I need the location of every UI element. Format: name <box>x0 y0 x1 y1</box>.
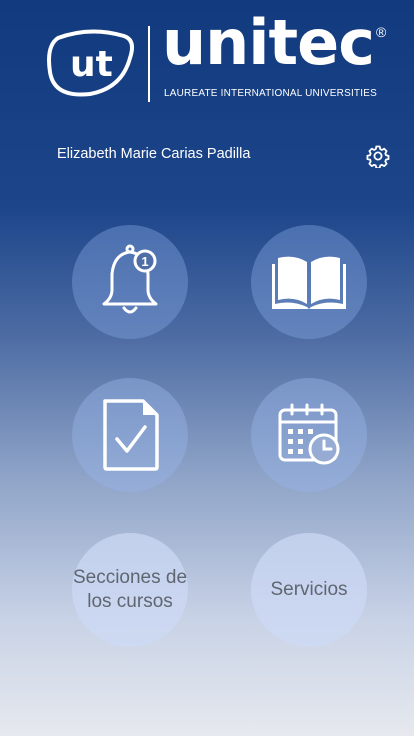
registered-mark: ® <box>376 24 387 40</box>
courses-button[interactable] <box>251 225 367 339</box>
tasks-button[interactable] <box>72 378 188 492</box>
bell-icon: 1 <box>102 244 158 314</box>
services-button[interactable]: Servicios <box>251 533 367 647</box>
services-label: Servicios <box>270 579 348 601</box>
course-sections-label: Secciones de los cursos <box>72 567 188 612</box>
gear-icon[interactable] <box>366 144 390 168</box>
logo-tagline: LAUREATE INTERNATIONAL UNIVERSITIES <box>164 88 377 99</box>
user-name: Elizabeth Marie Carias Padilla <box>57 146 251 162</box>
notification-count: 1 <box>141 254 148 269</box>
document-check-icon <box>103 399 159 471</box>
logo-wordmark: unitec <box>162 6 375 79</box>
open-book-icon <box>272 256 346 309</box>
course-sections-button[interactable]: Secciones de los cursos <box>72 533 188 647</box>
logo-mark-icon: ut <box>47 29 134 97</box>
calendar-clock-icon <box>278 403 340 465</box>
unitec-logo: ut unitec LAUREATE INTERNATIONAL UNIVERS… <box>44 12 392 104</box>
notifications-button[interactable]: 1 <box>72 225 188 339</box>
logo-divider <box>148 26 150 102</box>
calendar-button[interactable] <box>251 378 367 492</box>
svg-text:ut: ut <box>70 44 113 85</box>
